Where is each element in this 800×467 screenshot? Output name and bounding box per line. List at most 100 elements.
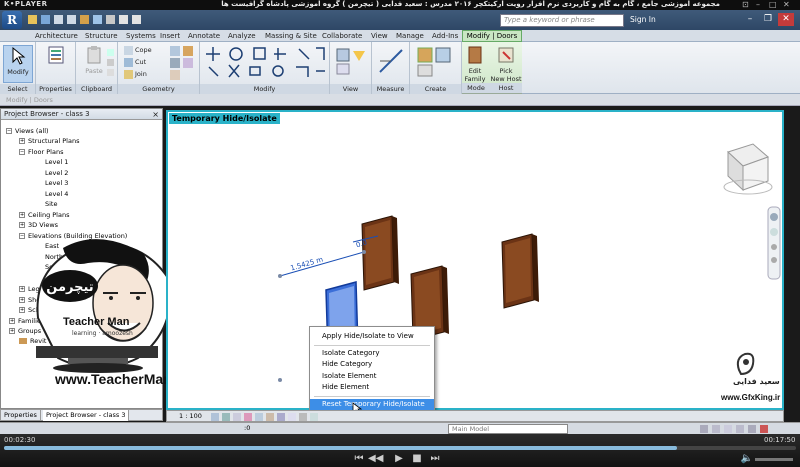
tab-analyze[interactable]: Analyze	[228, 30, 256, 42]
minimize-icon[interactable]: –	[742, 13, 758, 26]
close-icon[interactable]: ✕	[778, 13, 794, 26]
maximize-icon[interactable]: □	[769, 0, 777, 10]
close-icon[interactable]: ✕	[783, 0, 790, 10]
selection-filter-icons[interactable]	[700, 424, 796, 434]
tree-item-structural-plans[interactable]: + Structural Plans	[19, 136, 79, 146]
pin-icon[interactable]: ⊡	[742, 0, 749, 10]
link-icon	[19, 338, 27, 344]
tree-item-level-3[interactable]: Level 3	[45, 178, 68, 188]
volume-slider[interactable]	[755, 458, 793, 461]
tree-item-site[interactable]: Site	[45, 199, 57, 209]
tree-item-level-2[interactable]: Level 2	[45, 168, 68, 178]
join-button[interactable]: Join	[124, 69, 147, 80]
drawing-area[interactable]: Temporary Hide/Isolate 1.5425 m 0.0	[166, 110, 784, 410]
pick-new-host-button[interactable]: Pick New Host	[490, 45, 522, 83]
tab-massing-site[interactable]: Massing & Site	[265, 30, 317, 42]
application-menu-button[interactable]: R	[2, 11, 22, 29]
create-tools-icons[interactable]	[416, 46, 456, 78]
collapse-icon[interactable]: −	[19, 149, 25, 155]
sign-in-link[interactable]: Sign In	[630, 15, 656, 24]
menu-item-isolate-category[interactable]: Isolate Category	[310, 348, 434, 359]
properties-icon	[48, 46, 64, 64]
player-title: مجموعه آموزشی جامع ، گام به گام و کاربرد…	[221, 0, 720, 8]
contextual-panels: Edit Family Pick New Host Mode Host	[462, 42, 522, 94]
options-bar: Modify | Doors	[0, 94, 800, 106]
properties-button[interactable]	[41, 45, 71, 83]
tree-item-ceiling-plans[interactable]: + Ceiling Plans	[19, 210, 69, 220]
tab-collaborate[interactable]: Collaborate	[322, 30, 362, 42]
tree-label: Ceiling Plans	[28, 211, 70, 219]
tree-item-level-4[interactable]: Level 4	[45, 189, 68, 199]
menu-item-reset-temporary-hide-isolate[interactable]: Reset Temporary Hide/Isolate	[310, 399, 434, 410]
menu-item-isolate-element[interactable]: Isolate Element	[310, 371, 434, 382]
collapse-icon[interactable]: −	[6, 128, 12, 134]
rewind-icon[interactable]: ◀◀	[368, 453, 383, 464]
volume-icon[interactable]: 🔈	[740, 453, 754, 464]
view-tools-icons[interactable]	[335, 47, 367, 77]
tree-item-floor-plans[interactable]: − Floor Plans	[19, 147, 63, 157]
menu-item-apply-hide-isolate[interactable]: Apply Hide/Isolate to View	[310, 331, 434, 342]
menu-item-hide-element[interactable]: Hide Element	[310, 382, 434, 393]
tab-project-browser[interactable]: Project Browser - class 3	[43, 410, 130, 421]
tab-modify-doors[interactable]: Modify | Doors	[462, 30, 522, 42]
navigation-bar[interactable]	[767, 206, 781, 280]
status-bar: :0 Main Model	[0, 422, 800, 434]
tree-item-3d-views[interactable]: +3D Views	[19, 220, 58, 230]
tab-structure[interactable]: Structure	[85, 30, 118, 42]
expand-icon[interactable]: +	[19, 297, 25, 303]
quick-access-toolbar[interactable]	[28, 14, 158, 26]
previous-icon[interactable]: ⏮	[352, 453, 366, 464]
tab-view[interactable]: View	[371, 30, 388, 42]
tree-label: Views (all)	[15, 127, 49, 135]
gfxking-url: www.GfxKing.ir	[721, 393, 781, 402]
expand-icon[interactable]: +	[9, 328, 15, 334]
minimize-icon[interactable]: –	[756, 0, 760, 10]
view-control-icons[interactable]	[211, 412, 321, 422]
edit-family-button[interactable]: Edit Family	[460, 45, 490, 83]
tree-item-level-1[interactable]: Level 1	[45, 157, 68, 167]
restore-icon[interactable]: ❐	[760, 13, 776, 26]
close-icon[interactable]: ×	[152, 109, 159, 120]
tab-annotate[interactable]: Annotate	[188, 30, 220, 42]
stop-icon[interactable]: ■	[410, 453, 424, 464]
modify-button[interactable]: Modify	[3, 45, 33, 83]
door-element-3[interactable]	[501, 233, 539, 309]
collapse-icon[interactable]: −	[19, 233, 25, 239]
properties-panel-label: Properties	[36, 84, 75, 94]
player-controls: 00:02:30 00:17:50 ⏮ ◀◀ ▶ ■ ⏭ 🔈	[0, 434, 800, 467]
tab-systems[interactable]: Systems	[126, 30, 156, 42]
paste-button[interactable]: Paste	[79, 45, 109, 83]
play-icon[interactable]: ▶	[392, 453, 406, 464]
cut-button[interactable]: Cut	[124, 57, 146, 68]
cope-button[interactable]: Cope	[124, 45, 152, 56]
active-model-select[interactable]: Main Model	[448, 424, 568, 434]
menu-item-hide-category[interactable]: Hide Category	[310, 359, 434, 370]
tab-manage[interactable]: Manage	[396, 30, 424, 42]
copy-cut-icons[interactable]	[106, 48, 116, 78]
search-input[interactable]: Type a keyword or phrase	[500, 14, 624, 27]
view-cube[interactable]	[723, 143, 773, 195]
next-icon[interactable]: ⏭	[428, 453, 442, 464]
select-panel-label[interactable]: Select	[0, 84, 35, 94]
expand-icon[interactable]: +	[19, 286, 25, 292]
expand-icon[interactable]: +	[19, 222, 25, 228]
tab-insert[interactable]: Insert	[160, 30, 180, 42]
modify-tools-icons[interactable]	[204, 45, 326, 81]
tab-add-ins[interactable]: Add-Ins	[432, 30, 458, 42]
model-canvas[interactable]	[168, 112, 782, 408]
context-menu: Apply Hide/Isolate to View Isolate Categ…	[309, 326, 435, 412]
expand-icon[interactable]: +	[19, 307, 25, 313]
tree-item-views-all[interactable]: − Views (all)	[6, 126, 49, 136]
geometry-tools-icons[interactable]	[170, 46, 196, 80]
door-element-1[interactable]	[361, 215, 399, 291]
expand-icon[interactable]: +	[9, 318, 15, 324]
expand-icon[interactable]: +	[19, 212, 25, 218]
total-time: 00:17:50	[764, 436, 796, 444]
seek-bar[interactable]	[4, 446, 796, 450]
view-scale[interactable]: 1 : 100	[179, 411, 202, 422]
tab-properties[interactable]: Properties	[1, 410, 41, 421]
measure-icon[interactable]	[377, 47, 405, 77]
revit-title-bar: R Type a keyword or phrase Sign In – ❐ ✕	[0, 10, 800, 30]
expand-icon[interactable]: +	[19, 138, 25, 144]
tab-architecture[interactable]: Architecture	[35, 30, 78, 42]
